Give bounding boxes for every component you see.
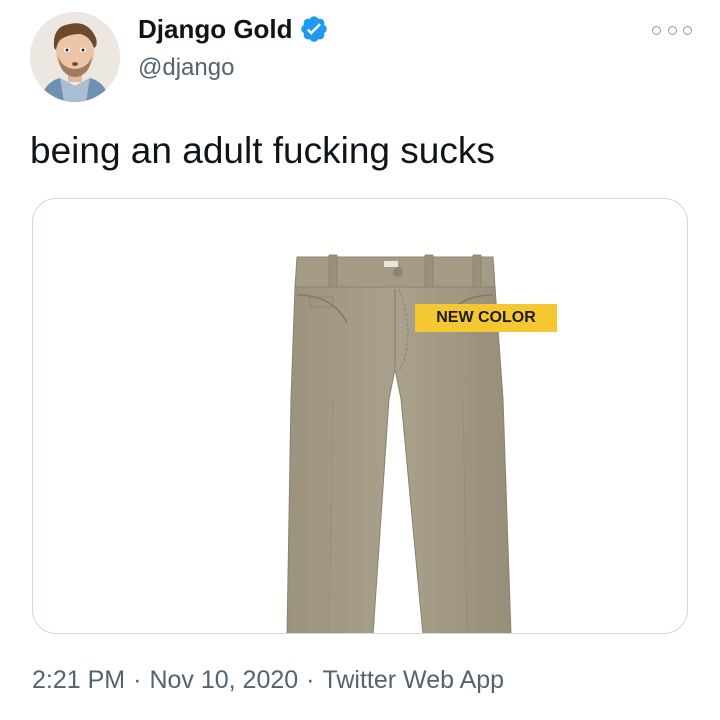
dot <box>652 25 661 35</box>
display-name-text: Django Gold <box>138 14 293 44</box>
tweet-source[interactable]: Twitter Web App <box>322 666 504 694</box>
separator: · <box>133 666 142 694</box>
tweet-media[interactable]: NEW COLOR <box>32 198 688 634</box>
verified-badge-icon <box>299 14 329 44</box>
tweet-timestamp[interactable]: 2:21 PM · Nov 10, 2020 · Twitter Web App <box>32 663 504 697</box>
tweet-time: 2:21 PM <box>32 666 126 694</box>
profile-photo-icon <box>30 12 120 102</box>
tweet-date: Nov 10, 2020 <box>149 666 299 694</box>
separator: · <box>306 666 315 694</box>
display-name[interactable]: Django Gold <box>138 14 329 44</box>
pants-image <box>286 254 512 633</box>
dot <box>683 25 692 35</box>
more-options-icon[interactable] <box>652 20 692 40</box>
new-color-badge: NEW COLOR <box>415 304 557 332</box>
tweet-text: being an adult fucking sucks <box>30 130 495 171</box>
user-handle[interactable]: @django <box>138 53 234 83</box>
dot <box>667 25 677 35</box>
avatar[interactable] <box>30 12 120 102</box>
